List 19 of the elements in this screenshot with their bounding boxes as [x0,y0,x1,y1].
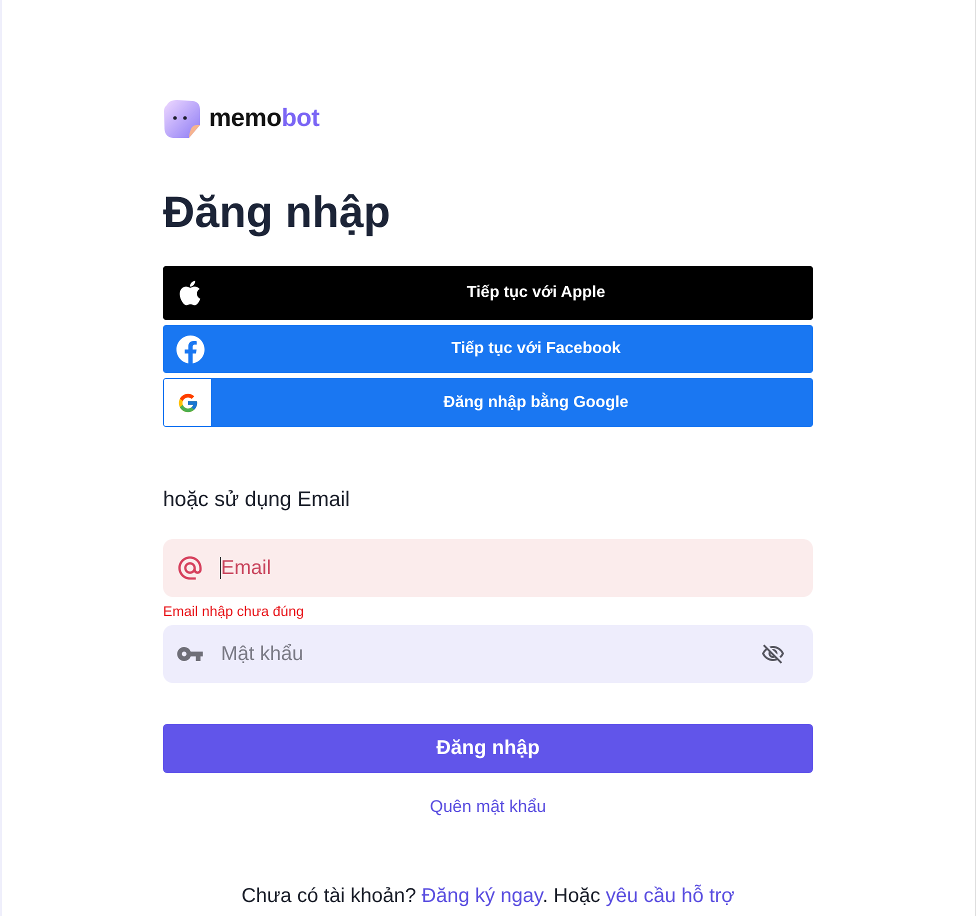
apple-sign-in-button[interactable]: Tiếp tục với Apple [163,266,813,320]
google-icon [164,379,211,426]
facebook-icon [176,334,204,364]
logo-wordmark: memobot [209,103,320,134]
email-field[interactable]: Email [163,539,813,597]
signup-prompt: Chưa có tài khoản? Đăng ký ngay. Hoặc yêu cầu hỗ trợ [241,884,735,909]
at-sign-icon [176,554,204,582]
forgot-password-link[interactable]: Quên mật khẩu [430,796,546,818]
support-link[interactable]: yêu cầu hỗ trợ [606,885,735,907]
section-label: hoặc sử dụng Email [163,487,350,513]
error-message: Email nhập chưa đúng [163,603,304,619]
signup-link[interactable]: Đăng ký ngay [422,885,542,907]
facebook-sign-in-button[interactable]: Tiếp tục với Facebook [163,325,813,373]
logo-icon [163,99,201,139]
page-heading: Đăng nhập [163,187,390,239]
eye-off-icon[interactable] [761,642,785,666]
login-button[interactable]: Đăng nhập [163,724,813,773]
password-field[interactable]: Mật khẩu [163,625,813,683]
google-sign-in-button[interactable]: Đăng nhập bằng Google [163,378,813,427]
